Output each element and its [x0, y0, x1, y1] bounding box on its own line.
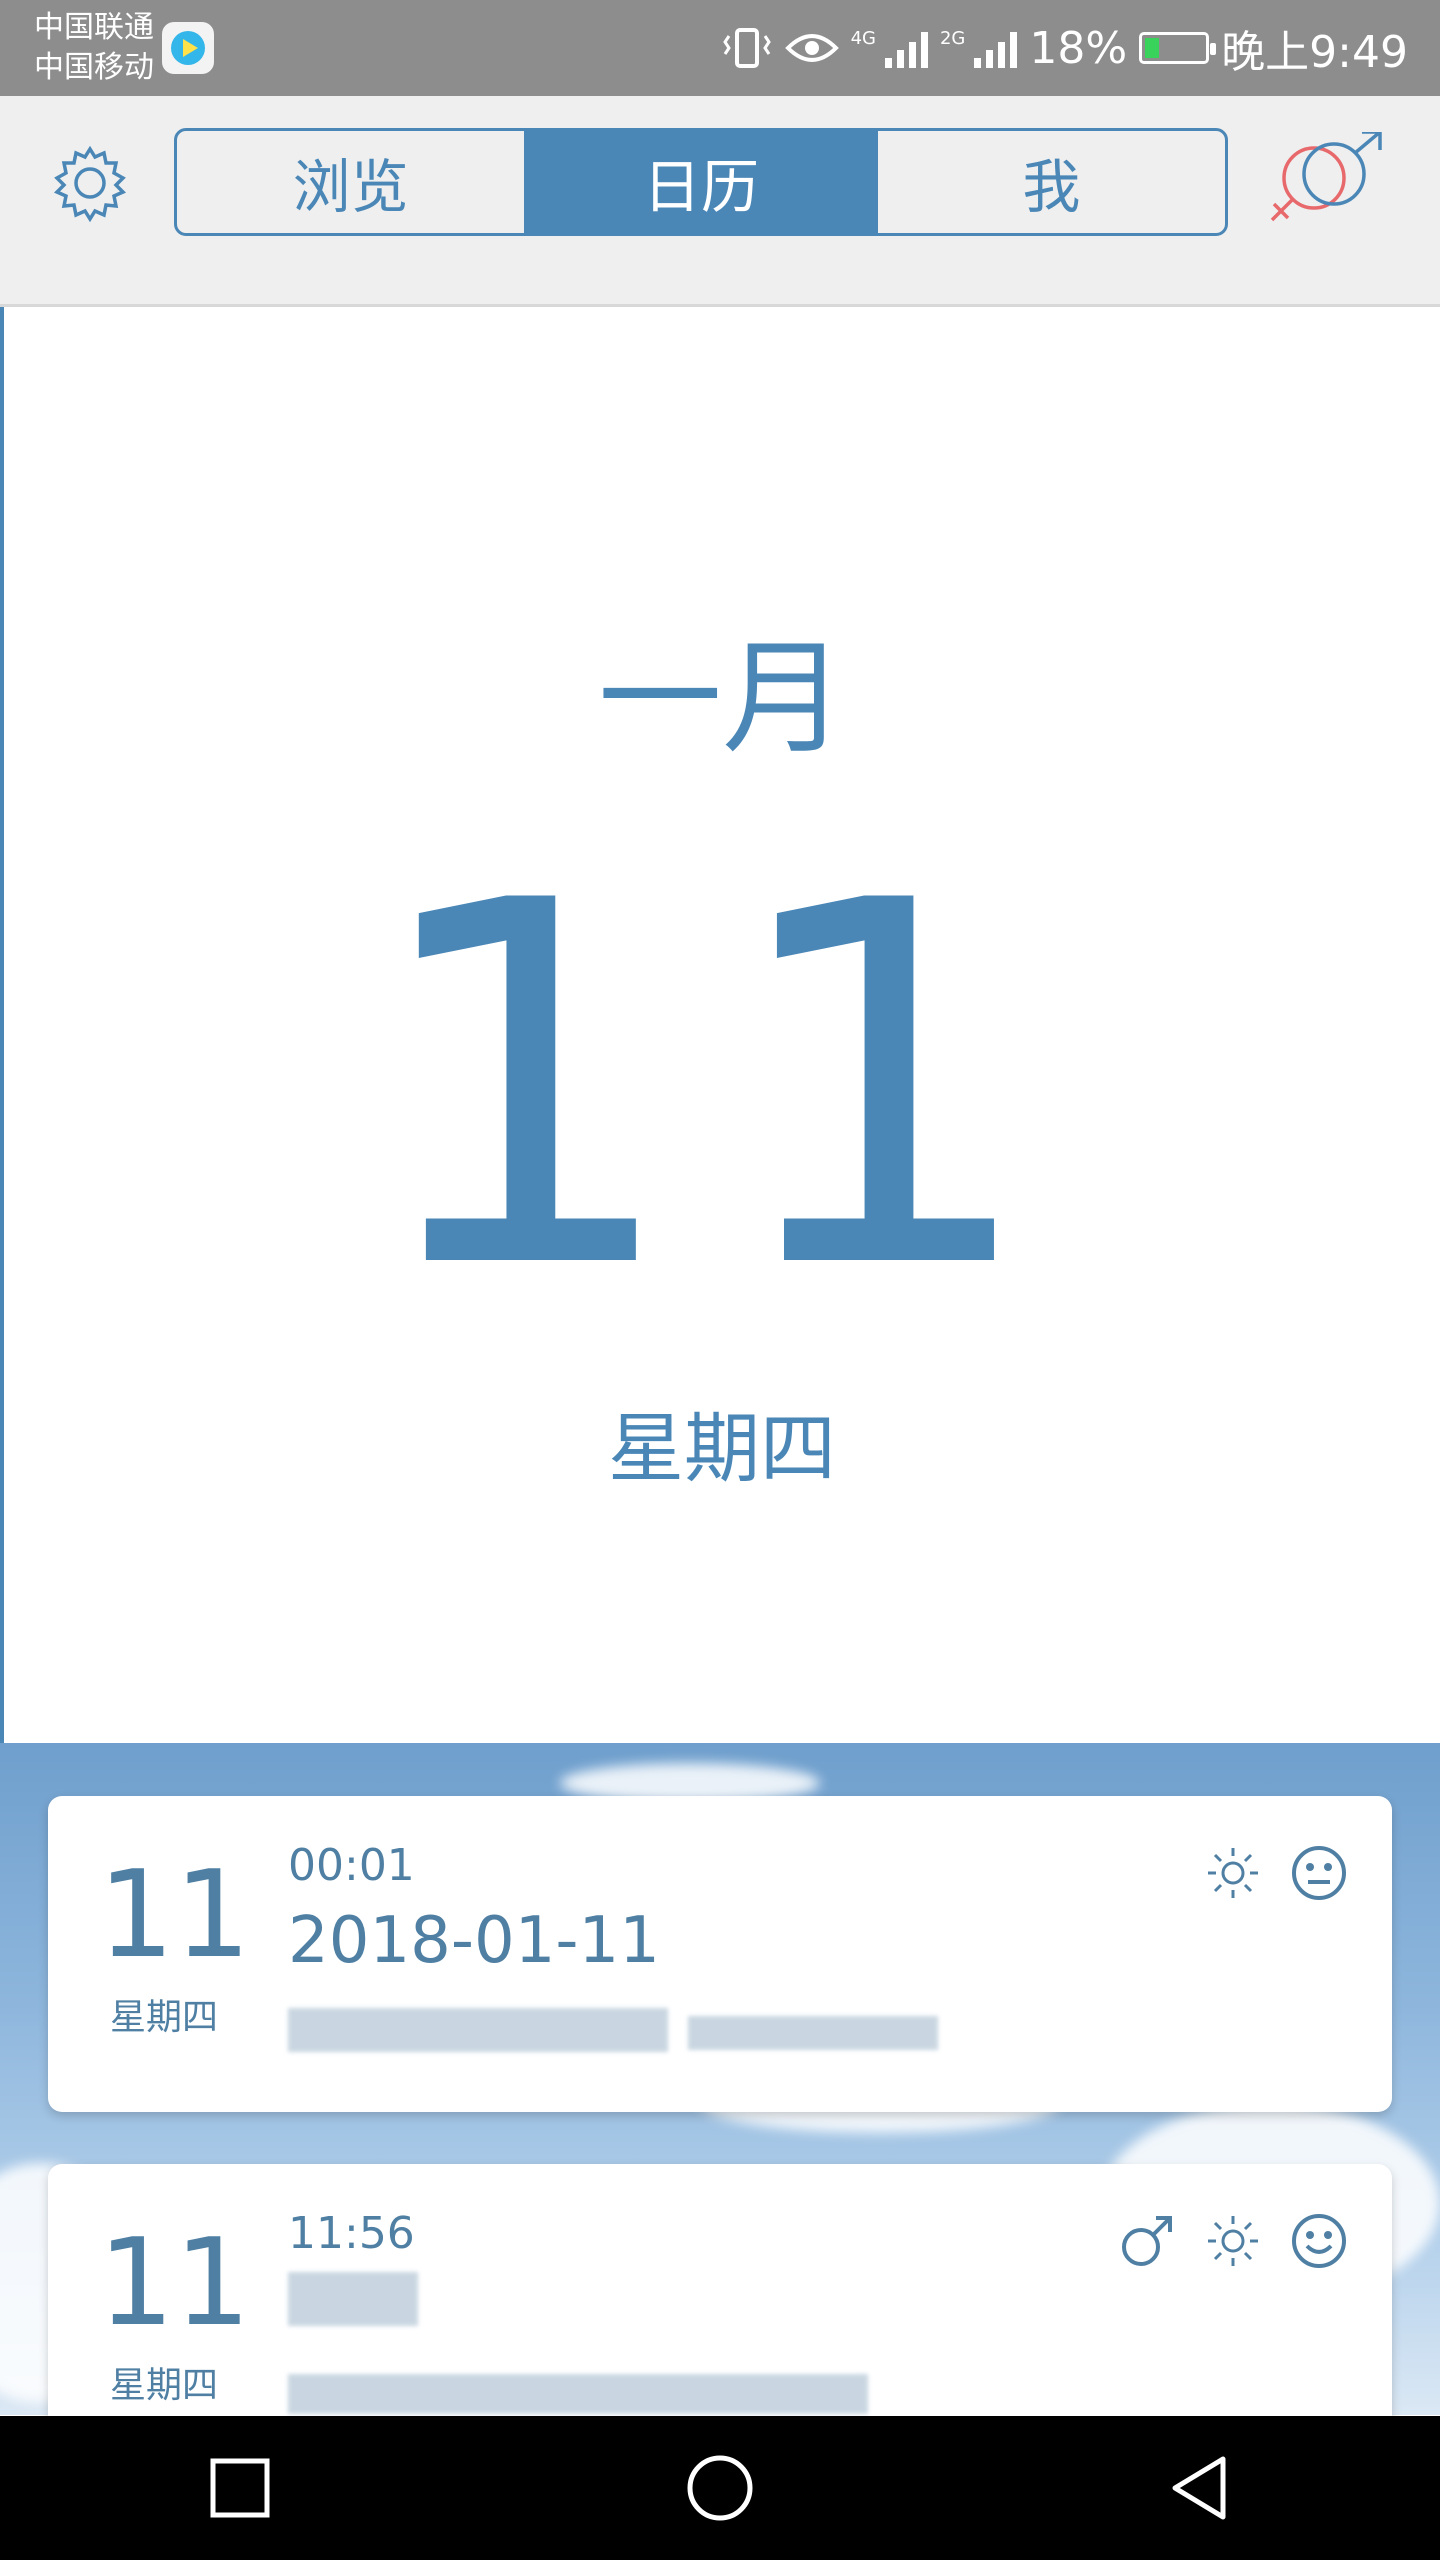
entry-day: 11: [98, 2214, 251, 2353]
battery-percent: 18%: [1029, 22, 1128, 74]
entry-time: 00:01: [288, 1840, 415, 1891]
app-header: 浏览 日历 我: [0, 96, 1440, 307]
battery-icon: [1139, 32, 1217, 64]
sun-icon: [1208, 1848, 1258, 1898]
entry-title: 2018-01-11: [288, 1904, 660, 1978]
gender-icon[interactable]: [1262, 132, 1392, 232]
carrier-1: 中国联通: [34, 10, 154, 45]
neutral-face-icon: [1292, 1846, 1346, 1900]
recent-apps-icon[interactable]: [205, 2453, 275, 2523]
date-display-panel[interactable]: 一月 11 星期四: [0, 307, 1440, 1743]
carrier-2: 中国移动: [34, 50, 154, 85]
home-icon[interactable]: [684, 2452, 756, 2524]
entry-card[interactable]: 11 星期四 00:01 2018-01-11: [48, 1796, 1392, 2112]
eye-icon: [784, 34, 839, 62]
status-bar: 中国联通 中国移动 4G 2G 18% 晚上9:49: [0, 0, 1440, 96]
signal-4g-icon: 4G: [851, 28, 928, 68]
entry-weekday: 星期四: [110, 1997, 219, 2038]
system-nav-bar: [0, 2416, 1440, 2560]
status-right: 4G 2G 18% 晚上9:49: [721, 0, 1408, 96]
tab-me[interactable]: 我: [878, 131, 1225, 233]
entry-time: 11:56: [288, 2208, 415, 2259]
tab-browse[interactable]: 浏览: [177, 131, 528, 233]
view-switcher: 浏览 日历 我: [174, 128, 1228, 236]
blurred-text: [688, 2016, 938, 2050]
back-icon[interactable]: [1165, 2453, 1235, 2523]
tab-calendar[interactable]: 日历: [527, 131, 878, 233]
clock: 晚上9:49: [1221, 27, 1408, 78]
entry-day: 11: [98, 1846, 251, 1985]
blurred-text: [288, 2008, 668, 2052]
weekday-label: 星期四: [608, 1404, 836, 1493]
entry-icons: [1118, 2212, 1348, 2270]
blurred-text: [288, 2374, 868, 2414]
day-number: 11: [363, 796, 1081, 1378]
sun-icon: [1208, 2216, 1258, 2266]
net-type-1: 4G: [850, 28, 876, 49]
entry-weekday: 星期四: [110, 2365, 219, 2406]
vibrate-icon: [722, 28, 771, 68]
video-app-icon: [162, 22, 214, 74]
signal-2g-icon: 2G: [939, 28, 1018, 68]
carrier-labels: 中国联通 中国移动: [34, 8, 154, 88]
smile-face-icon: [1292, 2214, 1346, 2268]
net-type-2: 2G: [939, 28, 966, 49]
month-label: 一月: [597, 627, 846, 771]
male-icon: [1122, 2216, 1172, 2266]
gear-icon[interactable]: [48, 141, 132, 225]
blurred-text: [288, 2272, 418, 2326]
entry-icons: [1204, 1844, 1348, 1902]
